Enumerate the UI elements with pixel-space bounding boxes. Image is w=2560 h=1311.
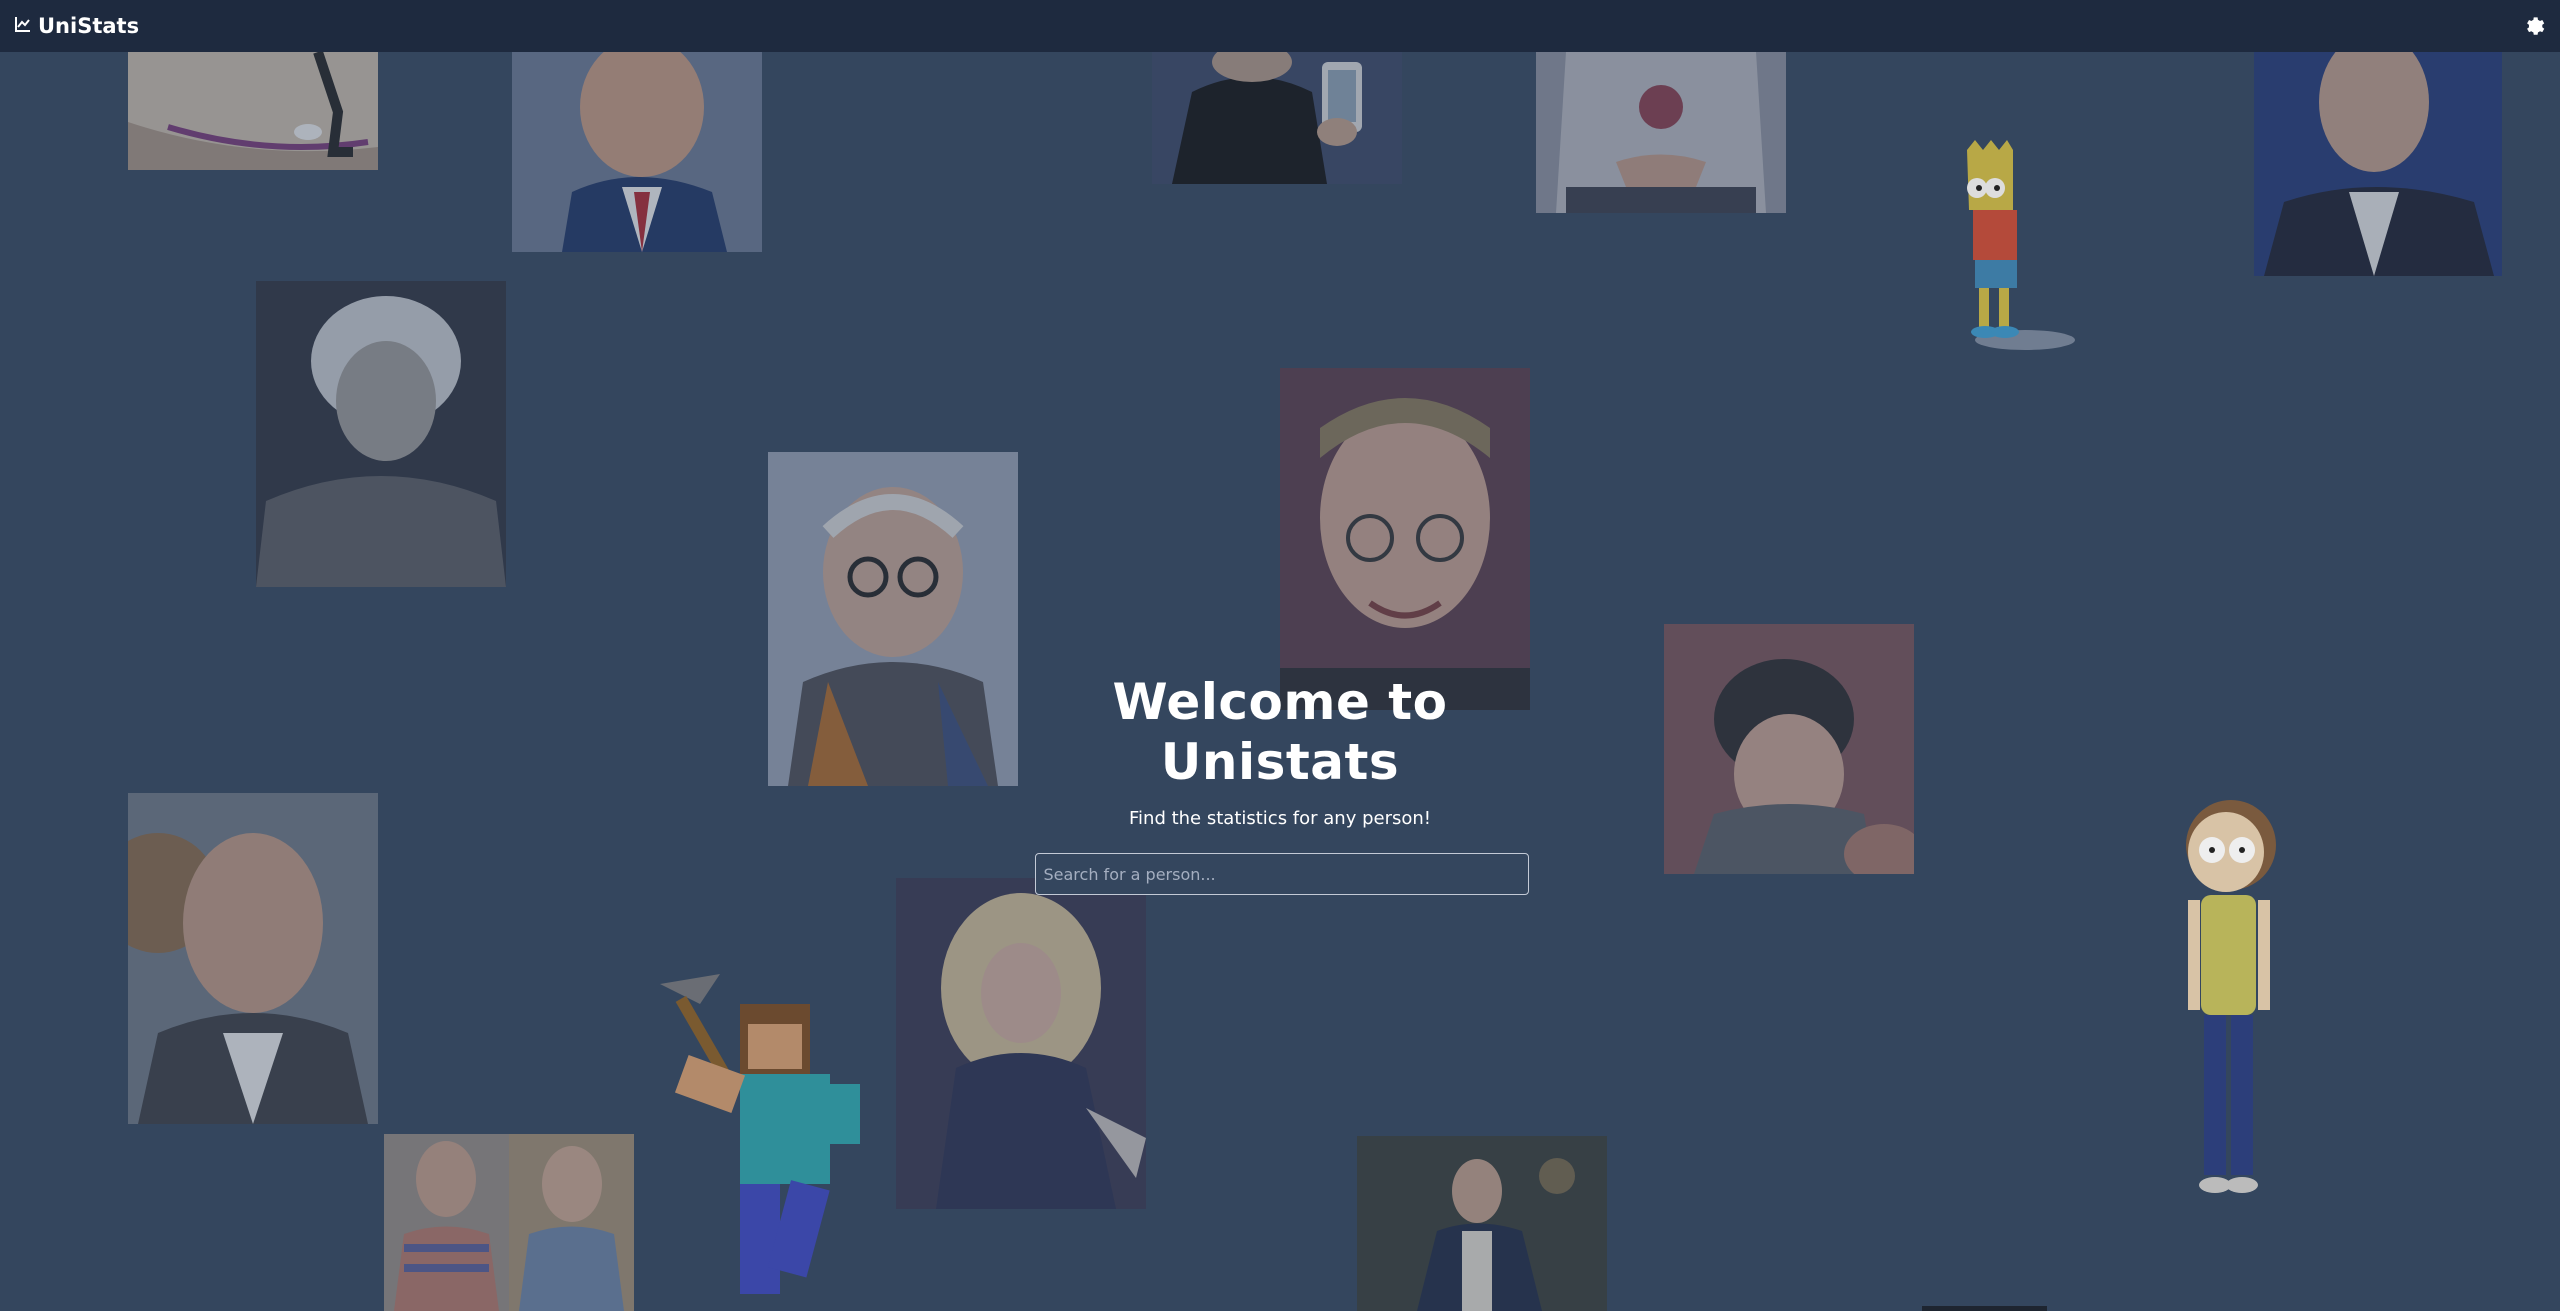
chart-line-icon bbox=[14, 15, 32, 37]
page-subtitle: Find the statistics for any person! bbox=[1128, 808, 1432, 829]
photo-tile bbox=[1536, 52, 1786, 213]
search-input[interactable] bbox=[1034, 853, 1529, 895]
app-title: UniStats bbox=[38, 14, 140, 38]
photo-tile bbox=[256, 281, 506, 587]
cartoon-figure bbox=[1955, 140, 2090, 350]
top-navbar: UniStats bbox=[0, 0, 2560, 52]
photo-tile bbox=[1280, 368, 1530, 710]
photo-tile bbox=[384, 1134, 634, 1311]
hero-section: Welcome to Unistats Find the statistics … bbox=[1030, 672, 1530, 895]
photo-tile bbox=[896, 878, 1146, 1209]
gear-icon[interactable] bbox=[2524, 15, 2546, 37]
photo-collage: Welcome to Unistats Find the statistics … bbox=[0, 52, 2560, 1311]
cartoon-figure bbox=[2176, 800, 2286, 1220]
photo-tile bbox=[1152, 52, 1402, 184]
photo-tile bbox=[128, 52, 378, 170]
page-title: Welcome to Unistats bbox=[1112, 673, 1448, 791]
photo-tile bbox=[512, 52, 762, 252]
photo-tile bbox=[768, 452, 1018, 786]
photo-tile bbox=[1357, 1136, 1607, 1311]
cartoon-figure bbox=[640, 964, 890, 1311]
brand[interactable]: UniStats bbox=[14, 14, 139, 38]
photo-tile bbox=[128, 793, 378, 1124]
photo-tile bbox=[2254, 52, 2502, 276]
photo-tile bbox=[1664, 624, 1914, 874]
photo-tile bbox=[1922, 1306, 2047, 1311]
